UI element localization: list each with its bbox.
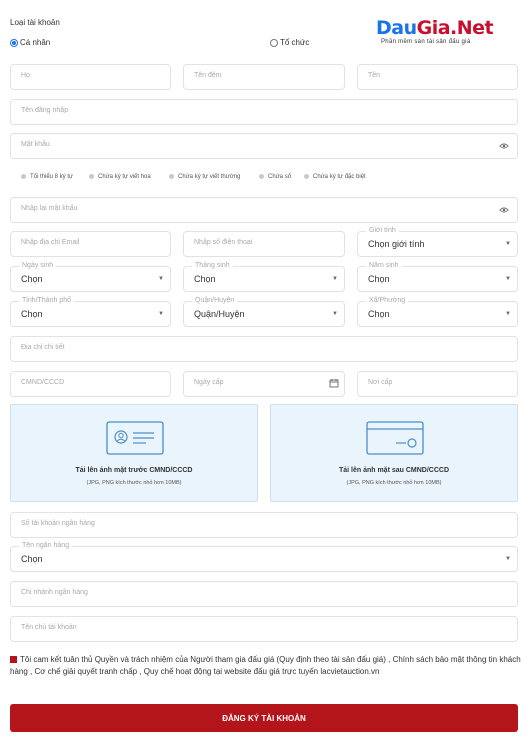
address-placeholder: Địa chỉ chi tiết [21, 344, 65, 351]
bank-account-field[interactable]: Số tài khoản ngân hàng [10, 512, 518, 538]
agreement-text: Tôi cam kết tuân thủ Quyền và trách nhiệ… [10, 655, 521, 676]
account-holder-placeholder: Tên chủ tài khoản [21, 624, 77, 631]
first-name-placeholder: Tên [368, 72, 381, 79]
confirm-password-placeholder: Nhập lại mật khẩu [21, 205, 78, 212]
phone-placeholder: Nhập số điện thoại [194, 239, 253, 246]
bank-name-select[interactable]: Tên ngân hàng Chọn ▼ [10, 542, 518, 572]
address-field[interactable]: Địa chỉ chi tiết [10, 336, 518, 362]
chevron-down-icon: ▼ [332, 311, 338, 317]
register-button[interactable]: ĐĂNG KÝ TÀI KHOẢN [10, 704, 518, 732]
bank-branch-placeholder: Chi nhánh ngân hàng [21, 589, 88, 596]
birth-year-select[interactable]: Năm sinh Chọn ▼ [357, 262, 518, 292]
password-rule-special: Chứa ký tự đặc biệt [304, 174, 366, 180]
upload-front-title: Tải lên ảnh mặt trước CMND/CCCD [75, 467, 193, 474]
id-number-placeholder: CMND/CCCD [21, 379, 65, 386]
confirm-password-field[interactable]: Nhập lại mật khẩu [10, 197, 518, 223]
chevron-down-icon: ▼ [332, 276, 338, 282]
rule-dot-icon [304, 174, 309, 179]
middle-name-placeholder: Tên đệm [194, 72, 222, 79]
ward-value: Chọn [368, 309, 390, 319]
chevron-down-icon: ▼ [505, 276, 511, 282]
password-rule-number: Chứa số [259, 174, 291, 180]
email-placeholder: Nhập địa chỉ Email [21, 239, 80, 246]
account-type-label: Loại tài khoản [10, 18, 60, 27]
upload-front-id[interactable]: Tải lên ảnh mặt trước CMND/CCCD (JPG, PN… [10, 404, 258, 502]
radio-organization[interactable]: Tổ chức [270, 38, 309, 47]
upload-front-hint: (JPG, PNG kích thước nhỏ hơn 10MB) [86, 480, 182, 486]
email-field[interactable]: Nhập địa chỉ Email [10, 231, 171, 257]
eye-icon[interactable] [499, 206, 509, 214]
bank-name-label: Tên ngân hàng [19, 542, 73, 549]
username-placeholder: Tên đăng nhập [21, 107, 69, 114]
birth-month-label: Tháng sinh [192, 262, 233, 269]
chevron-down-icon: ▼ [158, 311, 164, 317]
brand-logo: DauGia.Net Phần mềm sàn tài sản đấu giá [376, 18, 496, 45]
birth-month-value: Chọn [194, 274, 216, 284]
logo-text-red: Gia.Net [416, 17, 494, 39]
upload-back-id[interactable]: Tải lên ảnh mặt sau CMND/CCCD (JPG, PNG … [270, 404, 518, 502]
province-select[interactable]: Tỉnh/Thành phố Chọn ▼ [10, 297, 171, 327]
radio-organization-label: Tổ chức [280, 38, 310, 47]
account-holder-field[interactable]: Tên chủ tài khoản [10, 616, 518, 642]
radio-individual-label: Cá nhân [20, 38, 51, 47]
rule-dot-icon [259, 174, 264, 179]
birth-year-label: Năm sinh [366, 262, 402, 269]
chevron-down-icon: ▼ [505, 241, 511, 247]
radio-checked-icon[interactable] [10, 38, 18, 47]
calendar-icon[interactable] [329, 378, 339, 388]
issue-place-placeholder: Nơi cấp [368, 379, 393, 386]
birth-day-select[interactable]: Ngày sinh Chọn ▼ [10, 262, 171, 292]
logo-text-blue: Dau [376, 17, 417, 39]
radio-individual[interactable]: Cá nhân [10, 38, 50, 47]
upload-back-title: Tải lên ảnh mặt sau CMND/CCCD [338, 467, 450, 474]
phone-field[interactable]: Nhập số điện thoại [183, 231, 345, 257]
radio-unchecked-icon[interactable] [270, 38, 278, 47]
province-value: Chọn [21, 309, 43, 319]
ward-select[interactable]: Xã/Phường Chọn ▼ [357, 297, 518, 327]
bank-branch-field[interactable]: Chi nhánh ngân hàng [10, 581, 518, 607]
rule-dot-icon [169, 174, 174, 179]
issue-date-placeholder: Ngày cấp [194, 379, 224, 386]
agreement-section: Tôi cam kết tuân thủ Quyền và trách nhiệ… [10, 654, 522, 677]
chevron-down-icon: ▼ [158, 276, 164, 282]
district-label: Quận/Huyện [192, 297, 238, 304]
chevron-down-icon: ▼ [505, 556, 511, 562]
issue-place-field[interactable]: Nơi cấp [357, 371, 518, 397]
id-number-field[interactable]: CMND/CCCD [10, 371, 171, 397]
gender-value: Chọn giới tính [368, 239, 425, 249]
birth-month-select[interactable]: Tháng sinh Chọn ▼ [183, 262, 345, 292]
upload-back-hint: (JPG, PNG kích thước nhỏ hơn 10MB) [346, 480, 442, 486]
province-label: Tỉnh/Thành phố [19, 297, 75, 304]
last-name-field[interactable]: Họ [10, 64, 171, 90]
bank-name-value: Chọn [21, 554, 43, 564]
birth-day-label: Ngày sinh [19, 262, 57, 269]
id-card-front-icon [106, 421, 164, 455]
id-card-back-icon [366, 421, 424, 455]
username-field[interactable]: Tên đăng nhập [10, 99, 518, 125]
password-placeholder: Mật khẩu [21, 141, 50, 148]
district-value: Quận/Huyện [194, 309, 245, 319]
agreement-checkbox[interactable] [10, 656, 17, 663]
password-rule-uppercase: Chứa ký tự viết hoa [89, 174, 151, 180]
password-rule-min-length: Tối thiểu 8 ký tự [21, 174, 73, 180]
ward-label: Xã/Phường [366, 297, 409, 304]
password-field[interactable]: Mật khẩu [10, 133, 518, 159]
birth-year-value: Chọn [368, 274, 390, 284]
gender-select[interactable]: Giới tính Chọn giới tính ▼ [357, 227, 518, 257]
district-select[interactable]: Quận/Huyện Quận/Huyện ▼ [183, 297, 345, 327]
gender-label: Giới tính [366, 227, 399, 234]
brand-tagline: Phần mềm sàn tài sản đấu giá [381, 39, 471, 45]
middle-name-field[interactable]: Tên đệm [183, 64, 345, 90]
rule-dot-icon [21, 174, 26, 179]
birth-day-value: Chọn [21, 274, 43, 284]
eye-icon[interactable] [499, 142, 509, 150]
last-name-placeholder: Họ [21, 72, 30, 79]
issue-date-field[interactable]: Ngày cấp [183, 371, 345, 397]
rule-dot-icon [89, 174, 94, 179]
bank-account-placeholder: Số tài khoản ngân hàng [21, 520, 95, 527]
password-rule-lowercase: Chứa ký tự viết thường [169, 174, 240, 180]
chevron-down-icon: ▼ [505, 311, 511, 317]
first-name-field[interactable]: Tên [357, 64, 518, 90]
